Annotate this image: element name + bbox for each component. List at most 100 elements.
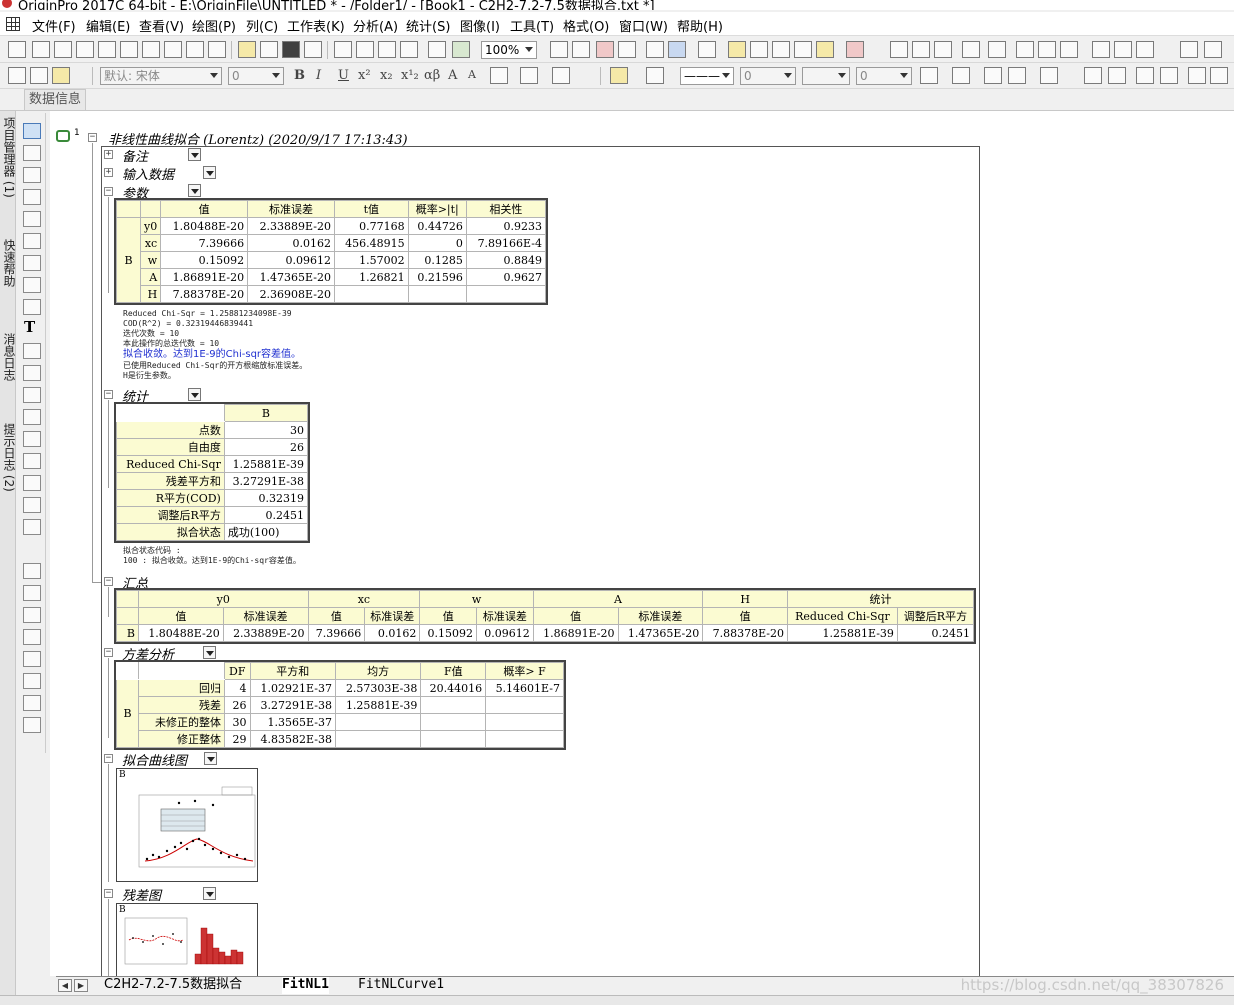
project-explorer-icon[interactable] [698,41,716,58]
import-multiple-icon[interactable] [378,41,396,58]
table-cell[interactable]: 0.9233 [465,217,547,235]
merge-icon[interactable] [1084,67,1102,84]
table-cell[interactable]: 1.86891E-20 [532,624,619,642]
line-style-select[interactable]: ——— [680,67,734,85]
first-sheet-button[interactable]: ◀ [58,979,72,992]
table-cell[interactable]: 4.83582E-38 [249,730,336,748]
table-cell[interactable]: 成功(100) [223,523,309,541]
table-cell[interactable]: 0.15092 [419,624,478,642]
print-icon[interactable] [550,41,568,58]
screen-reader-tool-icon[interactable] [23,233,41,249]
copy-icon[interactable] [30,67,48,84]
arrow-tool-icon[interactable] [23,365,41,381]
table-cell[interactable]: 30 [224,713,251,731]
bar-chart-icon[interactable] [1016,41,1034,58]
table-cell[interactable]: 0.9627 [465,268,547,286]
code-builder-icon[interactable] [646,41,664,58]
menu-help[interactable]: 帮助(H) [677,16,723,35]
cut-icon[interactable] [8,67,26,84]
table-cell[interactable]: 4 [224,679,251,697]
menu-analysis[interactable]: 分析(A) [353,16,398,35]
table-cell[interactable]: 0.2451 [223,506,309,524]
table-cell[interactable]: 7.39666 [160,234,249,252]
table-cell[interactable]: 7.88378E-20 [702,624,789,642]
import-wizard-icon[interactable] [334,41,352,58]
results-log-icon[interactable] [668,41,686,58]
underline-button[interactable]: U [338,68,349,83]
residual-dropdown[interactable] [203,887,216,900]
new-project-icon[interactable] [8,41,26,58]
new-folder-icon[interactable] [32,41,50,58]
split-icon[interactable] [1108,67,1126,84]
import-excel-icon[interactable] [400,41,418,58]
font-color-icon[interactable] [552,67,570,84]
table-cell[interactable]: 0.21596 [407,268,467,286]
summary-collapse-toggle[interactable]: − [104,577,113,586]
fitcurve-dropdown[interactable] [204,752,217,765]
font-size-select[interactable]: 0 [228,67,284,85]
table-cell[interactable] [334,730,422,748]
pointer-tool-icon[interactable] [23,123,41,139]
line-tool-icon[interactable] [23,387,41,403]
table-cell[interactable]: 2.36908E-20 [247,285,335,303]
fill-color-icon[interactable] [610,67,628,84]
region-tool-icon[interactable] [23,211,41,227]
table-cell[interactable]: 1.86891E-20 [160,268,249,286]
copy-page-icon[interactable] [572,41,590,58]
menu-column[interactable]: 列(C) [246,16,278,35]
align-icon[interactable] [490,67,508,84]
note-tool-icon[interactable] [23,607,41,623]
open-template-icon[interactable] [186,41,204,58]
set-column-icon[interactable] [988,41,1006,58]
bold-button[interactable]: B [294,68,305,83]
new-graph-icon[interactable] [76,41,94,58]
table-cell[interactable]: 0.32319 [223,489,309,507]
data-reader-tool-icon[interactable] [23,189,41,205]
table-cell[interactable] [420,730,487,748]
lock-icon[interactable] [1188,67,1206,84]
sheet-tab-fitnl1[interactable]: FitNL1 [282,977,329,994]
sort-icon[interactable] [934,41,952,58]
line-color-icon[interactable] [646,67,664,84]
table-cell[interactable]: 1.3565E-37 [249,713,336,731]
table-cell[interactable] [420,713,487,731]
supersubscript-button[interactable]: x¹₂ [401,68,419,83]
table-cell[interactable]: 1.25881E-39 [223,455,309,473]
color-map-icon[interactable] [1008,67,1026,84]
message-icon[interactable] [794,41,812,58]
table-cell[interactable] [485,696,564,714]
params-collapse-toggle[interactable]: − [104,187,113,196]
new-matrix-icon[interactable] [98,41,116,58]
run-icon[interactable] [452,41,470,58]
anova-collapse-toggle[interactable]: − [104,648,113,657]
increase-font-button[interactable]: A [448,68,457,83]
duplicate-icon[interactable] [618,41,636,58]
table-cell[interactable]: 0.44726 [407,217,467,235]
table-cell[interactable]: 7.89166E-4 [465,234,547,252]
table-cell[interactable]: 2.57303E-38 [334,679,422,697]
table-cell[interactable]: 1.47365E-20 [247,268,335,286]
data-info-tab[interactable]: 数据信息 [24,89,87,110]
table-cell[interactable] [334,285,409,303]
table-cell[interactable]: 0.0162 [364,624,421,642]
zoom-select[interactable]: 100% [481,41,537,59]
table-cell[interactable] [420,696,487,714]
new-function-icon[interactable] [120,41,138,58]
zoom-out-tool-icon[interactable] [23,167,41,183]
set-x-icon[interactable] [1180,41,1198,58]
list-tool-icon[interactable] [23,563,41,579]
symbol-size-select[interactable]: 0 [856,67,912,85]
grid-tool-icon[interactable] [23,717,41,733]
image-tool-icon[interactable] [23,475,41,491]
table-cell[interactable]: 3.27291E-38 [249,696,336,714]
paste-icon[interactable] [52,67,70,84]
residual-thumbnail[interactable]: B [116,903,258,976]
menu-file[interactable]: 文件(F) [32,16,76,35]
open-icon[interactable] [238,41,256,58]
table-cell[interactable]: 2.33889E-20 [222,624,309,642]
star-tool-icon[interactable] [23,629,41,645]
import-ascii-icon[interactable] [356,41,374,58]
residual-collapse-toggle[interactable]: − [104,889,113,898]
add-column-icon[interactable] [846,41,864,58]
table-cell[interactable]: 1.25881E-39 [787,624,898,642]
